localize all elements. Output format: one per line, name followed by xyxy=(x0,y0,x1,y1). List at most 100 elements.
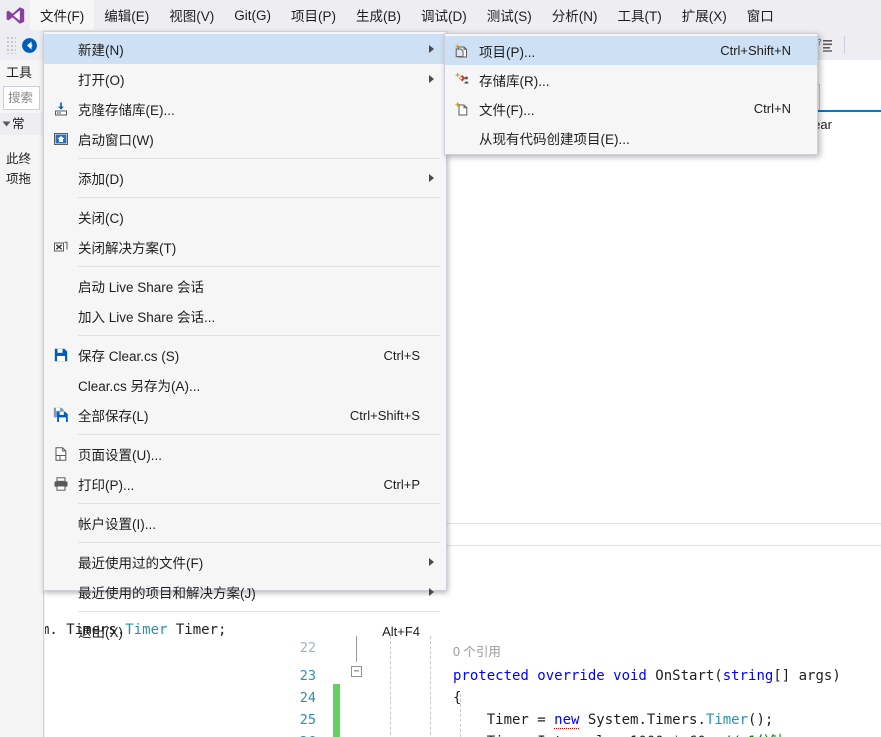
navigate-backward-icon[interactable] xyxy=(16,33,42,57)
print-icon xyxy=(44,476,78,492)
line-number-23: 23 xyxy=(299,668,316,684)
toolbar-separator xyxy=(844,36,845,54)
menu-separator xyxy=(78,542,440,543)
chevron-right-icon xyxy=(429,45,434,53)
toolbar-grip[interactable] xyxy=(6,36,16,54)
menu-item-file_menu-10[interactable]: 启动 Live Share 会话 xyxy=(44,271,446,301)
menu-item-label: 添加(D) xyxy=(78,172,124,187)
menu-item-label: 打印(P)... xyxy=(78,478,135,493)
menu-item-label: 最近使用的项目和解决方案(J) xyxy=(78,586,256,601)
visual-studio-window: ? 工具 搜索 常 此终 项拖 ar.cs [设计 e.Clear xyxy=(0,0,881,737)
new-project-icon xyxy=(445,43,479,59)
save-icon xyxy=(44,347,78,363)
menu-item-file_menu-17[interactable]: 页面设置(U)... xyxy=(44,439,446,469)
menu-item-file_menu-23[interactable]: 最近使用的项目和解决方案(J) xyxy=(44,577,446,607)
menu-item-shortcut: Ctrl+Shift+S xyxy=(349,407,420,423)
menu-item-label: 从现有代码创建项目(E)... xyxy=(479,131,630,147)
menu-extensions[interactable]: 扩展(X) xyxy=(672,0,737,30)
code-line-24: { xyxy=(453,690,462,706)
menu-item-label: 加入 Live Share 会话... xyxy=(78,310,216,325)
menu-analyze[interactable]: 分析(N) xyxy=(542,0,608,30)
menu-tools[interactable]: 工具(T) xyxy=(608,0,672,30)
collapse-region-button[interactable]: − xyxy=(351,666,362,677)
menu-test-label: 测试(S) xyxy=(486,9,532,24)
menu-build[interactable]: 生成(B) xyxy=(346,0,411,30)
menu-item-shortcut: Ctrl+Shift+N xyxy=(720,43,791,58)
menu-item-label: 关闭(C) xyxy=(78,211,124,226)
menu-analyze-label: 分析(N) xyxy=(551,9,598,24)
menu-item-shortcut: Ctrl+N xyxy=(753,101,791,116)
menu-item-file_menu-20[interactable]: 帐户设置(I)... xyxy=(44,508,446,538)
code-line-23: protected override void OnStart(string[]… xyxy=(453,668,841,684)
menu-item-label: 存储库(R)... xyxy=(479,73,550,89)
menu-item-file_menu-15[interactable]: 全部保存(L) Ctrl+Shift+S xyxy=(44,400,446,430)
change-tracking-bar xyxy=(333,684,340,737)
menu-view[interactable]: 视图(V) xyxy=(159,0,224,30)
toolbox-title: 工具 xyxy=(0,60,43,86)
chevron-right-icon xyxy=(429,75,434,83)
menu-item-file_menu-3[interactable]: 启动窗口(W) xyxy=(44,124,446,154)
save-all-icon xyxy=(44,407,78,423)
menu-item-file_menu-7[interactable]: 关闭(C) xyxy=(44,202,446,232)
chevron-right-icon xyxy=(429,558,434,566)
code-line-26: Timer.Interval = 1000 * 60; // 1分钟 xyxy=(453,732,785,737)
menu-item-shortcut: Ctrl+P xyxy=(383,476,420,492)
menu-item-new_submenu-3[interactable]: 从现有代码创建项目(E)... xyxy=(445,123,817,152)
menu-project[interactable]: 项目(P) xyxy=(281,0,346,30)
menu-build-label: 生成(B) xyxy=(356,9,401,24)
menu-separator xyxy=(78,434,440,435)
menu-test[interactable]: 测试(S) xyxy=(477,0,542,30)
menu-separator xyxy=(78,197,440,198)
menu-item-label: 文件(F)... xyxy=(479,102,535,118)
menu-item-label: 启动窗口(W) xyxy=(78,133,154,148)
new-file-icon xyxy=(445,101,479,117)
toolbox-search-input[interactable]: 搜索 xyxy=(3,86,40,110)
menu-item-label: 项目(P)... xyxy=(479,44,536,60)
code-line-25: Timer = new System.Timers.Timer(); xyxy=(453,712,774,729)
menu-extensions-label: 扩展(X) xyxy=(681,9,727,24)
menu-item-label: 关闭解决方案(T) xyxy=(78,241,177,256)
menu-item-file_menu-5[interactable]: 添加(D) xyxy=(44,163,446,193)
indent-guide-1 xyxy=(390,636,391,737)
menu-item-file_menu-0[interactable]: 新建(N) xyxy=(44,34,446,64)
menu-window-label: 窗口 xyxy=(746,9,774,24)
menu-item-shortcut: Ctrl+S xyxy=(383,347,420,363)
new-repository-icon xyxy=(445,71,479,88)
menu-git-label: Git(G) xyxy=(234,7,271,23)
menu-file[interactable]: 文件(F) xyxy=(30,0,95,30)
menu-item-label: 新建(N) xyxy=(78,43,124,58)
menu-item-file_menu-14[interactable]: Clear.cs 另存为(A)... xyxy=(44,370,446,400)
menu-debug[interactable]: 调试(D) xyxy=(411,0,477,30)
line-number-25: 25 xyxy=(299,712,316,728)
menu-window[interactable]: 窗口 xyxy=(737,0,784,30)
indent-guide-2 xyxy=(430,636,431,737)
toolbox-empty-line2: 项拖 xyxy=(6,172,32,186)
menu-item-new_submenu-1[interactable]: 存储库(R)... xyxy=(445,65,817,94)
toolbox-group-header[interactable]: 常 xyxy=(0,113,43,135)
menu-debug-label: 调试(D) xyxy=(421,9,467,24)
line-number-24: 24 xyxy=(299,690,316,706)
menu-item-file_menu-22[interactable]: 最近使用过的文件(F) xyxy=(44,547,446,577)
menu-item-new_submenu-2[interactable]: 文件(F)... Ctrl+N xyxy=(445,94,817,123)
menu-item-file_menu-13[interactable]: 保存 Clear.cs (S) Ctrl+S xyxy=(44,340,446,370)
menu-item-file_menu-25[interactable]: 退出(X) Alt+F4 xyxy=(44,616,446,646)
menu-item-label: 全部保存(L) xyxy=(78,409,149,424)
clone-repo-icon xyxy=(44,101,78,117)
menu-item-file_menu-1[interactable]: 打开(O) xyxy=(44,64,446,94)
menu-separator xyxy=(78,611,440,612)
menu-item-file_menu-8[interactable]: 关闭解决方案(T) xyxy=(44,232,446,262)
visual-studio-logo-icon xyxy=(0,0,30,30)
menu-item-label: 帐户设置(I)... xyxy=(78,517,156,532)
menu-item-file_menu-2[interactable]: 克隆存储库(E)... xyxy=(44,94,446,124)
menu-git[interactable]: Git(G) xyxy=(224,0,281,30)
file-menu-dropdown: 新建(N) 打开(O) 克隆存储库(E)... 启动窗口(W) 添加(D) 关闭(C) 关闭… xyxy=(43,31,447,640)
menu-view-label: 视图(V) xyxy=(169,9,215,24)
menu-edit[interactable]: 编辑(E) xyxy=(94,0,159,30)
chevron-right-icon xyxy=(429,174,434,182)
codelens-ref-onstart[interactable]: 0 个引用 xyxy=(453,642,501,662)
menu-item-file_menu-11[interactable]: 加入 Live Share 会话... xyxy=(44,301,446,331)
menu-item-file_menu-18[interactable]: 打印(P)... Ctrl+P xyxy=(44,469,446,499)
menu-item-new_submenu-0[interactable]: 项目(P)... Ctrl+Shift+N xyxy=(445,36,817,65)
menu-edit-label: 编辑(E) xyxy=(104,9,150,24)
menu-project-label: 项目(P) xyxy=(291,9,336,24)
